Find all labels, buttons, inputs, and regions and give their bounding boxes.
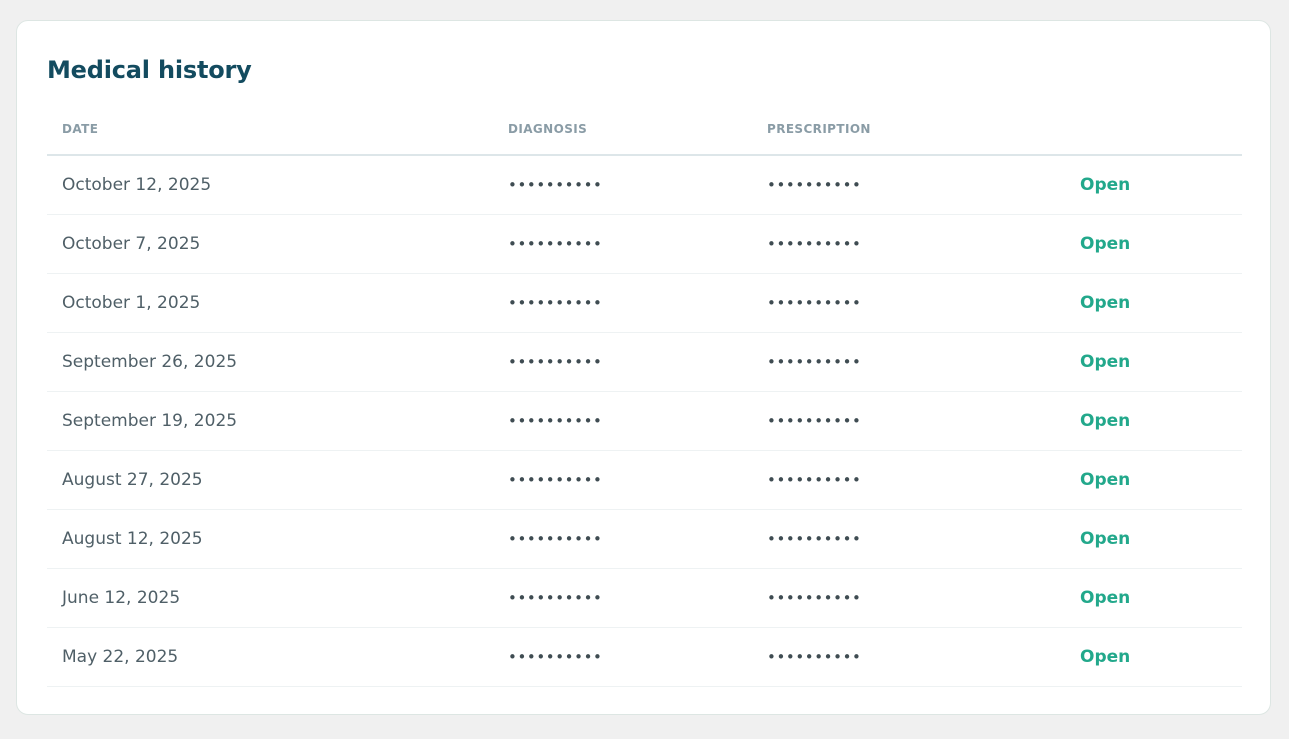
cell-diagnosis-masked: •••••••••• — [508, 176, 603, 194]
open-record-link[interactable]: Open — [1080, 175, 1130, 195]
cell-prescription-masked: •••••••••• — [767, 589, 862, 607]
cell-diagnosis-masked: •••••••••• — [508, 235, 603, 253]
table-body: October 12, 2025 •••••••••• •••••••••• O… — [47, 156, 1242, 687]
open-record-link[interactable]: Open — [1080, 470, 1130, 490]
table-row: June 12, 2025 •••••••••• •••••••••• Open — [47, 569, 1242, 628]
cell-prescription-masked: •••••••••• — [767, 471, 862, 489]
cell-prescription-masked: •••••••••• — [767, 294, 862, 312]
cell-diagnosis-masked: •••••••••• — [508, 353, 603, 371]
open-record-link[interactable]: Open — [1080, 234, 1130, 254]
cell-date: June 12, 2025 — [62, 588, 181, 608]
cell-prescription-masked: •••••••••• — [767, 412, 862, 430]
medical-history-table: DATE DIAGNOSIS PRESCRIPTION October 12, … — [47, 111, 1242, 687]
cell-diagnosis-masked: •••••••••• — [508, 648, 603, 666]
cell-diagnosis-masked: •••••••••• — [508, 589, 603, 607]
cell-diagnosis-masked: •••••••••• — [508, 294, 603, 312]
table-row: August 12, 2025 •••••••••• •••••••••• Op… — [47, 510, 1242, 569]
medical-history-card: Medical history DATE DIAGNOSIS PRESCRIPT… — [16, 20, 1271, 715]
cell-date: September 19, 2025 — [62, 411, 238, 431]
cell-diagnosis-masked: •••••••••• — [508, 471, 603, 489]
cell-prescription-masked: •••••••••• — [767, 235, 862, 253]
column-header-diagnosis: DIAGNOSIS — [508, 122, 588, 136]
cell-date: May 22, 2025 — [62, 647, 179, 667]
table-row: October 7, 2025 •••••••••• •••••••••• Op… — [47, 215, 1242, 274]
page-title: Medical history — [47, 56, 252, 84]
table-row: September 26, 2025 •••••••••• ••••••••••… — [47, 333, 1242, 392]
table-header: DATE DIAGNOSIS PRESCRIPTION — [47, 111, 1242, 156]
open-record-link[interactable]: Open — [1080, 352, 1130, 372]
table-row: August 27, 2025 •••••••••• •••••••••• Op… — [47, 451, 1242, 510]
column-header-prescription: PRESCRIPTION — [767, 122, 871, 136]
cell-prescription-masked: •••••••••• — [767, 176, 862, 194]
cell-prescription-masked: •••••••••• — [767, 353, 862, 371]
cell-date: October 7, 2025 — [62, 234, 201, 254]
cell-date: September 26, 2025 — [62, 352, 238, 372]
cell-diagnosis-masked: •••••••••• — [508, 530, 603, 548]
cell-date: October 1, 2025 — [62, 293, 201, 313]
open-record-link[interactable]: Open — [1080, 411, 1130, 431]
open-record-link[interactable]: Open — [1080, 588, 1130, 608]
cell-date: August 12, 2025 — [62, 529, 203, 549]
cell-prescription-masked: •••••••••• — [767, 648, 862, 666]
open-record-link[interactable]: Open — [1080, 647, 1130, 667]
table-row: September 19, 2025 •••••••••• ••••••••••… — [47, 392, 1242, 451]
table-row: October 12, 2025 •••••••••• •••••••••• O… — [47, 156, 1242, 215]
cell-diagnosis-masked: •••••••••• — [508, 412, 603, 430]
column-header-date: DATE — [62, 122, 99, 136]
open-record-link[interactable]: Open — [1080, 529, 1130, 549]
cell-prescription-masked: •••••••••• — [767, 530, 862, 548]
open-record-link[interactable]: Open — [1080, 293, 1130, 313]
cell-date: August 27, 2025 — [62, 470, 203, 490]
cell-date: October 12, 2025 — [62, 175, 212, 195]
table-row: October 1, 2025 •••••••••• •••••••••• Op… — [47, 274, 1242, 333]
table-row: May 22, 2025 •••••••••• •••••••••• Open — [47, 628, 1242, 687]
